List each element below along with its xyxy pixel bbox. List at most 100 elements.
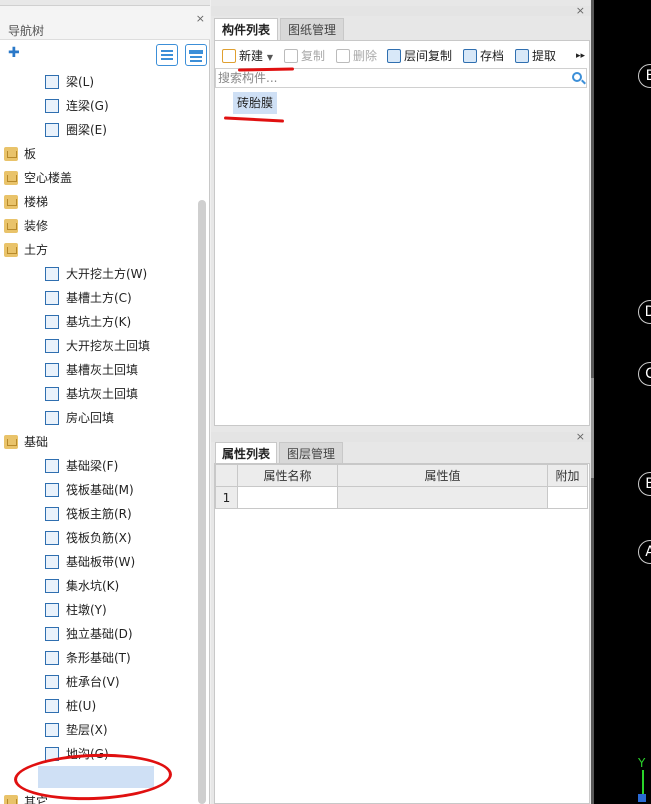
folder-icon: [4, 795, 18, 804]
tree-item[interactable]: 基础梁(F): [0, 454, 196, 478]
tree-folder[interactable]: 装修: [0, 214, 196, 238]
cad-canvas[interactable]: E D C B A Y: [594, 0, 651, 804]
extract-button[interactable]: 提取: [515, 46, 556, 66]
tree-folder[interactable]: 空心楼盖: [0, 166, 196, 190]
tab-property-list[interactable]: 属性列表: [215, 442, 277, 464]
tree-item[interactable]: 梁(L): [0, 70, 196, 94]
save-button[interactable]: 存档: [463, 46, 504, 66]
backfill-icon: [45, 339, 59, 353]
nav-scrollbar[interactable]: [198, 200, 206, 804]
components-close-icon[interactable]: ×: [576, 4, 585, 17]
beam-icon: [45, 75, 59, 89]
column-header-extra: 附加: [547, 464, 588, 487]
tree-item[interactable]: 基槽土方(C): [0, 286, 196, 310]
copy-button[interactable]: 复制: [284, 46, 325, 66]
component-item[interactable]: 砖胎膜: [233, 92, 278, 114]
tree-item[interactable]: 桩承台(V): [0, 670, 196, 694]
tree-folder[interactable]: 楼梯: [0, 190, 196, 214]
tree-item[interactable]: 房心回填: [0, 406, 196, 430]
table-row[interactable]: 1: [215, 486, 588, 509]
property-name-cell[interactable]: [237, 486, 338, 509]
tree-folder[interactable]: 土方: [0, 238, 196, 262]
foundation-strip-icon: [45, 555, 59, 569]
excavation-icon: [45, 267, 59, 281]
floor-copy-icon: [387, 49, 401, 63]
ring-beam-icon: [45, 123, 59, 137]
tree-item-label: 大开挖土方(W): [66, 267, 148, 281]
grid-view-button[interactable]: [185, 44, 207, 66]
folder-open-icon: [4, 435, 18, 449]
tree-item[interactable]: 条形基础(T): [0, 646, 196, 670]
search-icon[interactable]: [572, 72, 582, 82]
tree-folder[interactable]: 基础: [0, 430, 196, 454]
nav-close-icon[interactable]: ×: [196, 12, 205, 25]
y-axis-label: Y: [638, 756, 646, 770]
new-button[interactable]: 新建 ▼: [222, 46, 273, 66]
tree-item[interactable]: 筏板负筋(X): [0, 526, 196, 550]
folder-icon: [4, 195, 18, 209]
tree-item[interactable]: 圈梁(E): [0, 118, 196, 142]
tree-item[interactable]: 大开挖土方(W): [0, 262, 196, 286]
column-header-name: 属性名称: [237, 464, 338, 487]
tree-item[interactable]: 柱墩(Y): [0, 598, 196, 622]
tree-item[interactable]: 基槽灰土回填: [0, 358, 196, 382]
tree-item[interactable]: 大开挖灰土回填: [0, 334, 196, 358]
tab-component-list[interactable]: 构件列表: [214, 18, 278, 40]
axis-bubble-b: B: [638, 472, 651, 496]
room-backfill-icon: [45, 411, 59, 425]
tree-item-label: 基础: [24, 435, 49, 449]
tree-item-label: 房心回填: [66, 411, 115, 425]
tree-item-label: 空心楼盖: [24, 171, 73, 185]
tree-item[interactable]: 垫层(X): [0, 718, 196, 742]
isolated-footing-icon: [45, 627, 59, 641]
copy-icon: [284, 49, 298, 63]
raft-neg-rebar-icon: [45, 531, 59, 545]
delete-button[interactable]: 删除: [336, 46, 377, 66]
property-value-cell[interactable]: [337, 486, 548, 509]
tree-item[interactable]: 基坑土方(K): [0, 310, 196, 334]
more-tools-button[interactable]: ▸▸: [576, 46, 585, 66]
axis-bubble-c: C: [638, 362, 651, 386]
pile-cap-icon: [45, 675, 59, 689]
link-beam-icon: [45, 99, 59, 113]
list-view-button[interactable]: [156, 44, 178, 66]
sump-icon: [45, 579, 59, 593]
tree-item[interactable]: 集水坑(K): [0, 574, 196, 598]
floor-copy-button[interactable]: 层间复制: [387, 46, 452, 66]
tree-item-label: 装修: [24, 219, 49, 233]
folder-icon: [4, 219, 18, 233]
plus-icon[interactable]: ✚: [8, 45, 20, 61]
tree-item[interactable]: 连梁(G): [0, 94, 196, 118]
tree-item-label: 基坑灰土回填: [66, 387, 139, 401]
tab-drawing-management[interactable]: 图纸管理: [280, 18, 344, 40]
tree-item-label: 基础梁(F): [66, 459, 119, 473]
property-extra-cell[interactable]: [547, 486, 588, 509]
nav-title: 导航树: [8, 24, 45, 38]
properties-close-icon[interactable]: ×: [576, 430, 585, 443]
search-input[interactable]: [218, 70, 558, 86]
nav-header: 导航树 ×: [0, 6, 210, 40]
tree-folder[interactable]: 板: [0, 142, 196, 166]
tab-layer-management[interactable]: 图层管理: [279, 442, 343, 464]
save-icon: [463, 49, 477, 63]
ucs-origin-icon: [638, 794, 646, 802]
row-index-header: [215, 464, 238, 487]
axis-bubble-e: E: [638, 64, 651, 88]
tree-item[interactable]: 筏板基础(M): [0, 478, 196, 502]
tree-item-label: 土方: [24, 243, 49, 257]
tree-item[interactable]: 桩(U): [0, 694, 196, 718]
tree-item-label: 集水坑(K): [66, 579, 120, 593]
tree-item[interactable]: 筏板主筋(R): [0, 502, 196, 526]
pit-backfill-icon: [45, 387, 59, 401]
components-panel-bar: ×: [211, 4, 591, 17]
tree-item[interactable]: 基础板带(W): [0, 550, 196, 574]
tree-item[interactable]: 基坑灰土回填: [0, 382, 196, 406]
tree-item-label: 基槽土方(C): [66, 291, 132, 305]
tree-item-label: 圈梁(E): [66, 123, 107, 137]
folder-open-icon: [4, 243, 18, 257]
trench-backfill-icon: [45, 363, 59, 377]
properties-panel-bar: ×: [211, 430, 591, 443]
tree-item[interactable]: 独立基础(D): [0, 622, 196, 646]
search-box: [215, 68, 587, 88]
folder-icon: [4, 147, 18, 161]
